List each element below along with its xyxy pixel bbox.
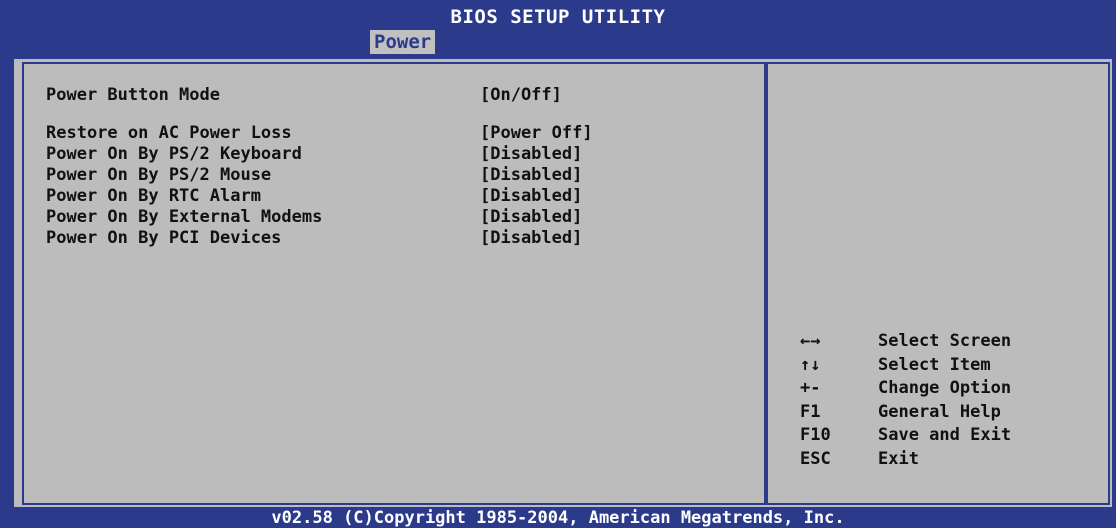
setting-label: Power Button Mode [46,85,220,105]
help-row-exit: ESC Exit [800,448,1090,472]
help-key: F10 [800,425,831,445]
setting-power-on-ps2-keyboard[interactable]: Power On By PS/2 Keyboard [Disabled] [46,144,746,165]
setting-value[interactable]: [Power Off] [480,123,593,144]
help-desc: Select Screen [878,331,1012,351]
help-desc: Select Item [878,354,991,375]
key-help-panel: ←→ Select Screen ↑↓ Select Item +- Chang… [800,330,1090,471]
help-desc: Exit [878,448,919,469]
help-row-change-option: +- Change Option [800,377,1090,401]
setting-label: Power On By PCI Devices [46,228,282,248]
setting-value[interactable]: [Disabled] [480,144,582,165]
help-row-select-item: ↑↓ Select Item [800,354,1090,378]
help-row-save-and-exit: F10 Save and Exit [800,424,1090,448]
setting-power-button-mode[interactable]: Power Button Mode [On/Off] [46,85,746,106]
setting-label: Power On By External Modems [46,207,323,227]
tab-power[interactable]: Power [370,30,436,54]
help-key: ESC [800,448,831,469]
setting-value[interactable]: [Disabled] [480,186,582,207]
setting-value[interactable]: [Disabled] [480,228,582,249]
help-row-select-screen: ←→ Select Screen [800,330,1090,354]
setting-power-on-pci-devices[interactable]: Power On By PCI Devices [Disabled] [46,228,746,249]
setting-label: Power On By RTC Alarm [46,186,261,206]
help-key: F1 [800,401,821,422]
setting-value[interactable]: [Disabled] [480,165,582,186]
settings-panel: Power Button Mode [On/Off] Restore on AC… [46,85,746,249]
copyright-footer: v02.58 (C)Copyright 1985-2004, American … [271,508,845,528]
help-desc: General Help [878,401,1001,422]
setting-power-on-external-modems[interactable]: Power On By External Modems [Disabled] [46,207,746,228]
setting-power-on-rtc-alarm[interactable]: Power On By RTC Alarm [Disabled] [46,186,746,207]
up-down-arrows-icon: ↑↓ [800,354,821,375]
setting-label: Power On By PS/2 Mouse [46,165,272,185]
title-bar: BIOS SETUP UTILITY Power [0,0,1116,58]
setting-label: Power On By PS/2 Keyboard [46,144,302,164]
help-desc: Save and Exit [878,425,1012,445]
setting-restore-on-ac-power-loss[interactable]: Restore on AC Power Loss [Power Off] [46,123,746,144]
bios-title: BIOS SETUP UTILITY [450,6,666,28]
left-right-arrows-icon: ←→ [800,331,821,351]
setting-value[interactable]: [Disabled] [480,207,582,228]
help-key: +- [800,378,821,398]
setting-power-on-ps2-mouse[interactable]: Power On By PS/2 Mouse [Disabled] [46,165,746,186]
panel-divider [764,62,768,505]
help-desc: Change Option [878,378,1012,398]
setting-label: Restore on AC Power Loss [46,123,292,143]
help-row-general-help: F1 General Help [800,401,1090,425]
setting-value[interactable]: [On/Off] [480,85,562,106]
